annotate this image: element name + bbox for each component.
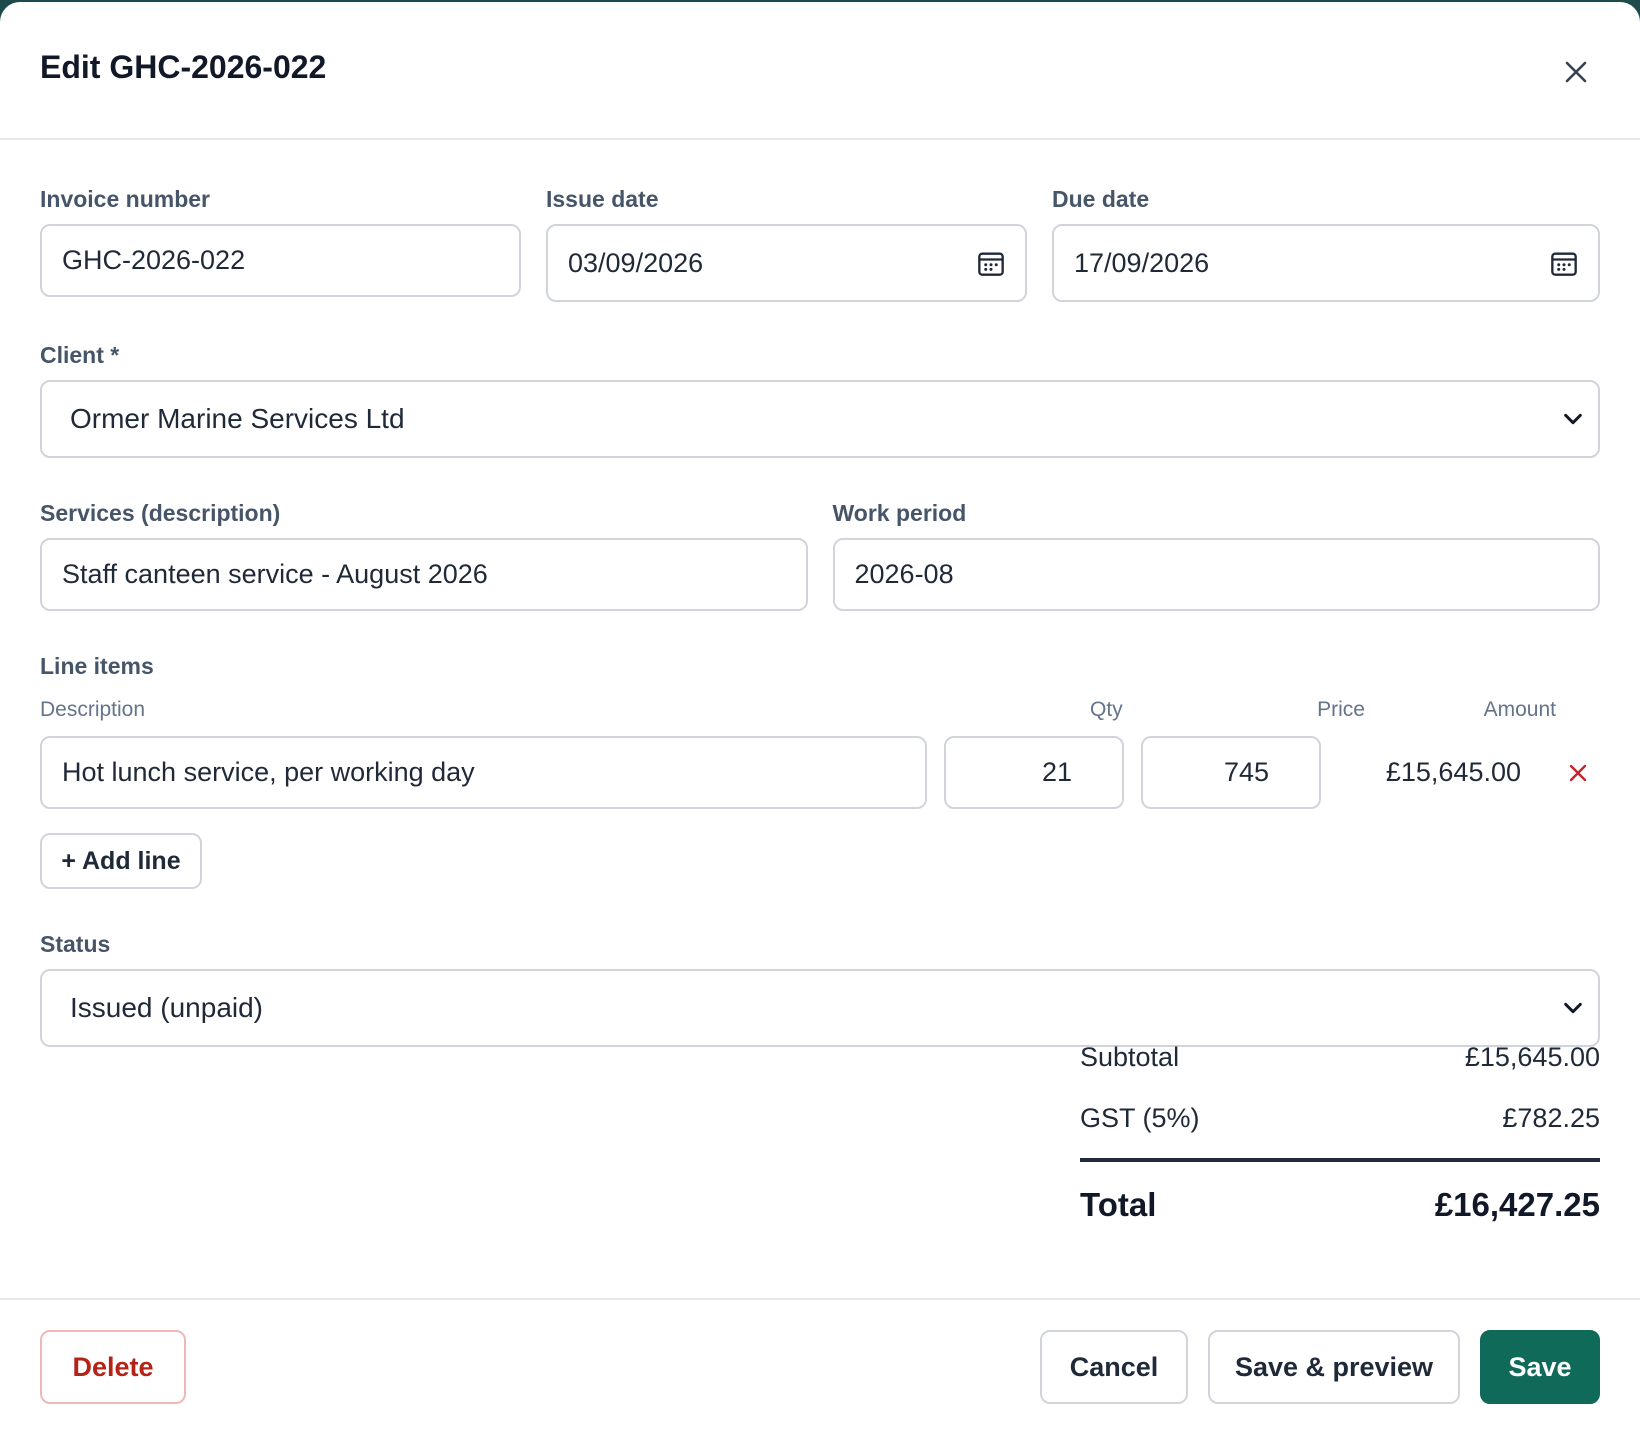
services-input[interactable]: Staff canteen service - August 2026 xyxy=(40,538,808,611)
modal-title: Edit GHC-2026-022 xyxy=(40,48,327,85)
calendar-icon[interactable] xyxy=(1550,249,1578,277)
col-price: Price xyxy=(1317,698,1365,721)
services-row: Services (description) Staff canteen ser… xyxy=(40,500,1600,611)
due-date-value: 17/09/2026 xyxy=(1074,247,1210,278)
close-icon[interactable] xyxy=(1554,50,1598,94)
line-item-description-input[interactable]: Hot lunch service, per working day xyxy=(40,736,927,809)
issue-date-field: Issue date 03/09/2026 xyxy=(546,186,1027,302)
client-field: Client * Ormer Marine Services Ltd xyxy=(40,342,1600,458)
subtotal-value: £15,645.00 xyxy=(1464,1042,1600,1072)
line-item-qty: 21 xyxy=(1041,757,1072,787)
work-period-field: Work period 2026-08 xyxy=(832,500,1600,611)
work-period-value: 2026-08 xyxy=(854,559,954,589)
save-button[interactable]: Save xyxy=(1480,1330,1600,1404)
due-date-field: Due date 17/09/2026 xyxy=(1052,186,1600,302)
remove-line-icon[interactable] xyxy=(1569,756,1587,790)
gst-label: GST (5%) xyxy=(1080,1103,1200,1133)
line-item-qty-input[interactable]: 21 xyxy=(944,736,1124,809)
issue-date-input[interactable]: 03/09/2026 xyxy=(546,224,1027,302)
modal-body: Invoice number GHC-2026-022 Issue date 0… xyxy=(0,140,1640,1047)
status-select[interactable]: Issued (unpaid) xyxy=(40,969,1600,1047)
client-select[interactable]: Ormer Marine Services Ltd xyxy=(40,380,1600,458)
chevron-down-icon xyxy=(1564,1002,1582,1014)
invoice-number-field: Invoice number GHC-2026-022 xyxy=(40,186,521,302)
modal-footer: Delete Cancel Save & preview Save xyxy=(0,1298,1640,1432)
services-field: Services (description) Staff canteen ser… xyxy=(40,500,808,611)
total-label: Total xyxy=(1080,1186,1157,1223)
col-amount: Amount xyxy=(1483,698,1556,721)
due-date-label: Due date xyxy=(1052,186,1150,212)
work-period-label: Work period xyxy=(832,500,967,526)
calendar-icon[interactable] xyxy=(977,249,1005,277)
chevron-down-icon xyxy=(1564,413,1582,425)
col-qty: Qty xyxy=(1090,698,1123,721)
invoice-number-label: Invoice number xyxy=(40,186,210,212)
add-line-button[interactable]: + Add line xyxy=(40,833,202,889)
status-value: Issued (unpaid) xyxy=(70,992,264,1023)
services-value: Staff canteen service - August 2026 xyxy=(62,559,488,589)
line-item-description: Hot lunch service, per working day xyxy=(62,757,475,787)
edit-invoice-modal: Edit GHC-2026-022 Invoice number GHC-202… xyxy=(0,2,1640,1432)
gst-value: £782.25 xyxy=(1502,1103,1600,1133)
line-item-row: Hot lunch service, per working day 21 74… xyxy=(40,736,1600,809)
line-item-price: 745 xyxy=(1223,757,1269,787)
due-date-input[interactable]: 17/09/2026 xyxy=(1052,224,1600,302)
issue-date-value: 03/09/2026 xyxy=(568,247,704,278)
issue-date-label: Issue date xyxy=(546,186,659,212)
modal-header: Edit GHC-2026-022 xyxy=(0,2,1640,140)
line-item-price-input[interactable]: 745 xyxy=(1141,736,1321,809)
gst-row: GST (5%) £782.25 xyxy=(1080,1103,1600,1134)
total-row: Total £16,427.25 xyxy=(1080,1186,1600,1224)
invoice-number-input[interactable]: GHC-2026-022 xyxy=(40,224,521,297)
status-label: Status xyxy=(40,931,111,957)
status-field: Status Issued (unpaid) xyxy=(40,931,1600,1047)
col-description: Description xyxy=(40,698,146,721)
line-item-amount: £15,645.00 xyxy=(1385,757,1521,787)
client-label: Client * xyxy=(40,342,120,368)
subtotal-row: Subtotal £15,645.00 xyxy=(1080,1042,1600,1073)
totals-panel: Subtotal £15,645.00 GST (5%) £782.25 Tot… xyxy=(1080,1042,1600,1224)
line-items-header: Description Qty Price Amount xyxy=(40,698,1600,724)
work-period-input[interactable]: 2026-08 xyxy=(832,538,1600,611)
total-value: £16,427.25 xyxy=(1434,1186,1600,1223)
invoice-number-value: GHC-2026-022 xyxy=(62,245,246,275)
client-value: Ormer Marine Services Ltd xyxy=(70,403,405,434)
subtotal-label: Subtotal xyxy=(1080,1042,1180,1072)
delete-button[interactable]: Delete xyxy=(40,1330,186,1404)
invoice-meta-row: Invoice number GHC-2026-022 Issue date 0… xyxy=(40,186,1600,302)
cancel-button[interactable]: Cancel xyxy=(1040,1330,1188,1404)
footer-actions: Cancel Save & preview Save xyxy=(1040,1330,1600,1404)
services-label: Services (description) xyxy=(40,500,281,526)
line-items-label: Line items xyxy=(40,653,154,679)
save-preview-button[interactable]: Save & preview xyxy=(1208,1330,1460,1404)
total-divider xyxy=(1080,1158,1600,1162)
